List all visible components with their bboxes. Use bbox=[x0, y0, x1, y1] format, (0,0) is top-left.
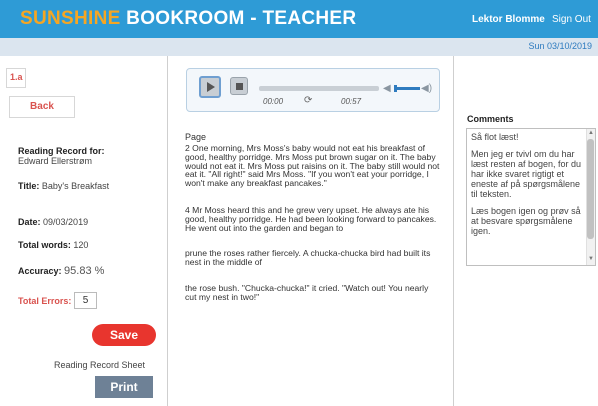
title-label: Title: bbox=[18, 181, 40, 191]
audio-player: 00:00 ⟳ 00:57 ◀ ◀) bbox=[186, 68, 440, 112]
scroll-up-icon[interactable]: ▲ bbox=[588, 130, 594, 136]
comments-text: Så flot læst! Men jeg er tvivl om du har… bbox=[471, 132, 583, 243]
total-errors-label: Total Errors: bbox=[18, 296, 72, 306]
date-row: Date: 09/03/2019 bbox=[18, 217, 88, 227]
comments-label: Comments bbox=[467, 114, 514, 124]
total-words-label: Total words: bbox=[18, 240, 71, 250]
date-label: Date: bbox=[18, 217, 41, 227]
text-paragraph: 4 Mr Moss heard this and he grew very up… bbox=[185, 205, 437, 233]
comments-textarea[interactable]: Så flot læst! Men jeg er tvivl om du har… bbox=[466, 128, 596, 266]
title-value: Baby's Breakfast bbox=[41, 181, 110, 191]
play-icon[interactable] bbox=[199, 76, 221, 98]
brand-sunshine: SUNSHINE bbox=[20, 8, 121, 29]
volume-high-icon[interactable]: ◀) bbox=[421, 83, 432, 94]
total-words-value: 120 bbox=[73, 240, 89, 250]
current-time: 00:00 bbox=[263, 97, 284, 106]
scroll-thumb[interactable] bbox=[587, 139, 594, 239]
accuracy-value: 95.83 % bbox=[64, 265, 105, 277]
comment-paragraph: Men jeg er tvivl om du har læst resten a… bbox=[471, 149, 582, 199]
current-date: Sun 03/10/2019 bbox=[528, 41, 592, 51]
print-button[interactable]: Print bbox=[95, 376, 153, 398]
brand-bookroom: BOOKROOM - TEACHER bbox=[120, 8, 357, 29]
loop-icon[interactable]: ⟳ bbox=[304, 95, 312, 106]
record-for-label: Reading Record for: bbox=[18, 146, 105, 156]
save-button[interactable]: Save bbox=[92, 324, 156, 346]
accuracy-row: Accuracy: 95.83 % bbox=[18, 265, 104, 277]
volume-slider[interactable] bbox=[394, 85, 420, 92]
title-row: Title: Baby's Breakfast bbox=[18, 181, 109, 191]
text-paragraph: 2 One morning, Mrs Moss's baby would not… bbox=[185, 143, 440, 189]
scroll-down-icon[interactable]: ▼ bbox=[588, 256, 594, 262]
date-value: 09/03/2019 bbox=[43, 217, 89, 227]
back-button[interactable]: Back bbox=[9, 96, 75, 118]
page-label: Page bbox=[185, 132, 207, 142]
accuracy-label: Accuracy: bbox=[18, 266, 62, 276]
total-words-row: Total words: 120 bbox=[18, 240, 88, 250]
app-brand: SUNSHINE BOOKROOM - TEACHER bbox=[20, 8, 356, 30]
record-info-panel: 1.a Back Reading Record for: Edward Elle… bbox=[0, 56, 168, 406]
reading-text-panel: 00:00 ⟳ 00:57 ◀ ◀) Page 2 One morning, M… bbox=[172, 56, 454, 406]
text-paragraph: prune the roses rather fiercely. A chuck… bbox=[185, 248, 431, 267]
date-bar: Sun 03/10/2019 bbox=[0, 38, 598, 56]
seek-bar[interactable] bbox=[259, 86, 379, 91]
comment-paragraph: Så flot læst! bbox=[471, 132, 519, 142]
stop-icon[interactable] bbox=[230, 77, 248, 95]
user-name: Lektor Blomme bbox=[472, 14, 545, 25]
comments-panel: Comments Så flot læst! Men jeg er tvivl … bbox=[455, 56, 598, 406]
reading-record-sheet-label: Reading Record Sheet bbox=[54, 360, 146, 370]
sign-out-link[interactable]: Sign Out bbox=[552, 14, 591, 25]
text-paragraph: the rose bush. "Chucka-chucka!" it cried… bbox=[185, 283, 429, 302]
volume-low-icon[interactable]: ◀ bbox=[383, 83, 391, 94]
duration: 00:57 bbox=[341, 97, 362, 106]
student-name: Edward Ellerstrøm bbox=[18, 156, 93, 166]
comments-scrollbar[interactable]: ▲ ▼ bbox=[586, 129, 595, 265]
level-tag: 1.a bbox=[6, 68, 26, 88]
top-bar: SUNSHINE BOOKROOM - TEACHER Lektor Blomm… bbox=[0, 0, 598, 38]
comment-paragraph: Læs bogen igen og prøv så at besvare spø… bbox=[471, 206, 581, 236]
total-errors-input[interactable]: 5 bbox=[74, 292, 97, 309]
